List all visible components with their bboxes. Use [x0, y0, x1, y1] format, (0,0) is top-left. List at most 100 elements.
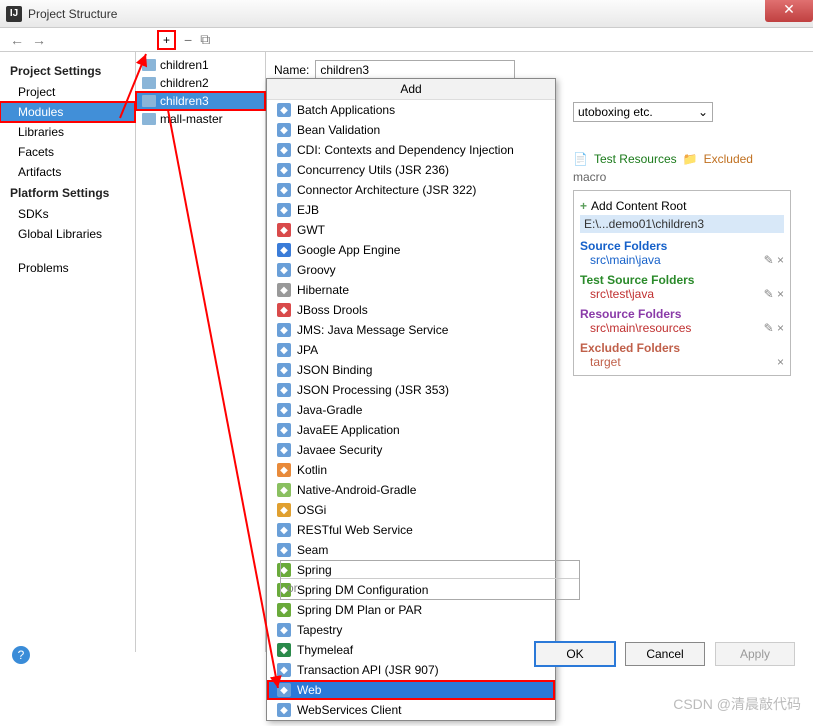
framework-icon: ◆: [277, 683, 291, 697]
search-panel: or: [280, 560, 580, 600]
folder-icon: [142, 59, 156, 71]
language-combo[interactable]: utoboxing etc.⌄: [573, 102, 713, 122]
popup-item[interactable]: ◆JBoss Drools: [267, 300, 555, 320]
folder-icon: [142, 77, 156, 89]
popup-item[interactable]: ◆Concurrency Utils (JSR 236): [267, 160, 555, 180]
project-settings-heading: Project Settings: [0, 60, 135, 82]
name-input[interactable]: [315, 60, 515, 80]
popup-item[interactable]: ◆ Transaction API (JSR 907): [267, 660, 555, 680]
popup-item[interactable]: ◆ Spring DM Plan or PAR: [267, 600, 555, 620]
sidebar: Project Settings Project Modules Librari…: [0, 52, 136, 652]
sidebar-item-libraries[interactable]: Libraries: [0, 122, 135, 142]
popup-item[interactable]: ◆Groovy: [267, 260, 555, 280]
popup-item[interactable]: ◆CDI: Contexts and Dependency Injection: [267, 140, 555, 160]
sidebar-item-sdks[interactable]: SDKs: [0, 204, 135, 224]
popup-item[interactable]: ◆Google App Engine: [267, 240, 555, 260]
popup-item[interactable]: ◆Bean Validation: [267, 120, 555, 140]
module-label: children2: [160, 76, 209, 90]
popup-item-label: CDI: Contexts and Dependency Injection: [297, 143, 514, 157]
popup-item[interactable]: ◆WebServices Client: [267, 700, 555, 720]
popup-item[interactable]: ◆RESTful Web Service: [267, 520, 555, 540]
cancel-button[interactable]: Cancel: [625, 642, 705, 666]
popup-item[interactable]: ◆JPA: [267, 340, 555, 360]
popup-item[interactable]: ◆Native-Android-Gradle: [267, 480, 555, 500]
popup-item-label: Spring DM Plan or PAR: [297, 603, 422, 617]
popup-item[interactable]: ◆Batch Applications: [267, 100, 555, 120]
app-icon: IJ: [6, 6, 22, 22]
excluded-folders-heading: Excluded Folders: [580, 341, 784, 355]
module-item[interactable]: children2: [136, 74, 265, 92]
popup-item[interactable]: ◆Connector Architecture (JSR 322): [267, 180, 555, 200]
help-icon[interactable]: ?: [12, 646, 30, 664]
excluded-folder-item[interactable]: target ×: [580, 355, 784, 369]
popup-item[interactable]: ◆Hibernate: [267, 280, 555, 300]
excluded-label[interactable]: Excluded: [704, 152, 753, 166]
forward-icon[interactable]: →: [32, 32, 46, 48]
framework-icon: ◆: [277, 663, 291, 677]
root-path[interactable]: E:\...demo01\children3: [580, 215, 784, 233]
back-icon[interactable]: ←: [10, 32, 24, 48]
module-item[interactable]: mall-master: [136, 110, 265, 128]
module-item-selected[interactable]: children3: [136, 92, 265, 110]
framework-icon: ◆: [277, 543, 291, 557]
popup-item-label: Transaction API (JSR 907): [297, 663, 439, 677]
popup-item[interactable]: ◆Java-Gradle: [267, 400, 555, 420]
popup-item[interactable]: ◆Seam: [267, 540, 555, 560]
popup-item[interactable]: ◆Thymeleaf: [267, 640, 555, 660]
add-module-button[interactable]: +: [157, 30, 176, 50]
modules-list: children1 children2 children3 mall-maste…: [136, 52, 266, 652]
sidebar-item-project[interactable]: Project: [0, 82, 135, 102]
edit-icon[interactable]: ✎ ×: [764, 321, 784, 335]
test-folders-heading: Test Source Folders: [580, 273, 784, 287]
popup-item[interactable]: ◆GWT: [267, 220, 555, 240]
close-icon[interactable]: ×: [777, 355, 784, 369]
remove-button[interactable]: −: [184, 32, 192, 48]
popup-item-label: Web: [297, 683, 321, 697]
add-content-root[interactable]: Add Content Root: [591, 199, 686, 213]
popup-item-label: Google App Engine: [297, 243, 400, 257]
edit-icon[interactable]: ✎ ×: [764, 253, 784, 267]
framework-icon: ◆: [277, 643, 291, 657]
sidebar-item-global-libraries[interactable]: Global Libraries: [0, 224, 135, 244]
popup-item[interactable]: ◆JMS: Java Message Service: [267, 320, 555, 340]
or-label: or: [281, 579, 579, 597]
resource-folder-item[interactable]: src\main\resources✎ ×: [580, 321, 784, 335]
edit-icon[interactable]: ✎ ×: [764, 287, 784, 301]
close-button[interactable]: ✕: [765, 0, 813, 22]
test-resources-label[interactable]: Test Resources: [594, 152, 677, 166]
source-folder-item[interactable]: src\main\java ✎ ×: [580, 253, 784, 267]
plus-icon[interactable]: +: [580, 199, 587, 213]
popup-item[interactable]: ◆EJB: [267, 200, 555, 220]
popup-item[interactable]: ◆Tapestry: [267, 620, 555, 640]
popup-item-label: JBoss Drools: [297, 303, 368, 317]
popup-title: Add: [267, 79, 555, 100]
sidebar-item-modules[interactable]: Modules: [0, 102, 135, 122]
popup-item-label: Concurrency Utils (JSR 236): [297, 163, 449, 177]
titlebar: IJ Project Structure: [0, 0, 813, 28]
popup-item[interactable]: ◆Kotlin: [267, 460, 555, 480]
popup-item[interactable]: ◆Javaee Security: [267, 440, 555, 460]
popup-item-label: Kotlin: [297, 463, 327, 477]
folder-path: target: [590, 355, 621, 369]
window-title: Project Structure: [28, 7, 117, 21]
framework-icon: ◆: [277, 603, 291, 617]
ok-button[interactable]: OK: [535, 642, 615, 666]
sidebar-item-facets[interactable]: Facets: [0, 142, 135, 162]
module-item[interactable]: children1: [136, 56, 265, 74]
test-folder-item[interactable]: src\test\java✎ ×: [580, 287, 784, 301]
popup-item-label: Connector Architecture (JSR 322): [297, 183, 476, 197]
copy-icon[interactable]: ⧉: [200, 31, 210, 48]
sidebar-item-problems[interactable]: Problems: [0, 258, 135, 278]
macro-label: macro: [573, 170, 803, 184]
popup-item[interactable]: ◆JSON Processing (JSR 353): [267, 380, 555, 400]
popup-item[interactable]: ◆OSGi: [267, 500, 555, 520]
sidebar-item-artifacts[interactable]: Artifacts: [0, 162, 135, 182]
popup-item[interactable]: ◆ Web: [267, 680, 555, 700]
popup-item-label: RESTful Web Service: [297, 523, 413, 537]
apply-button[interactable]: Apply: [715, 642, 795, 666]
popup-item-label: JMS: Java Message Service: [297, 323, 448, 337]
folder-path: src\main\java: [590, 253, 661, 267]
popup-item-label: OSGi: [297, 503, 326, 517]
popup-item[interactable]: ◆JavaEE Application: [267, 420, 555, 440]
popup-item[interactable]: ◆JSON Binding: [267, 360, 555, 380]
